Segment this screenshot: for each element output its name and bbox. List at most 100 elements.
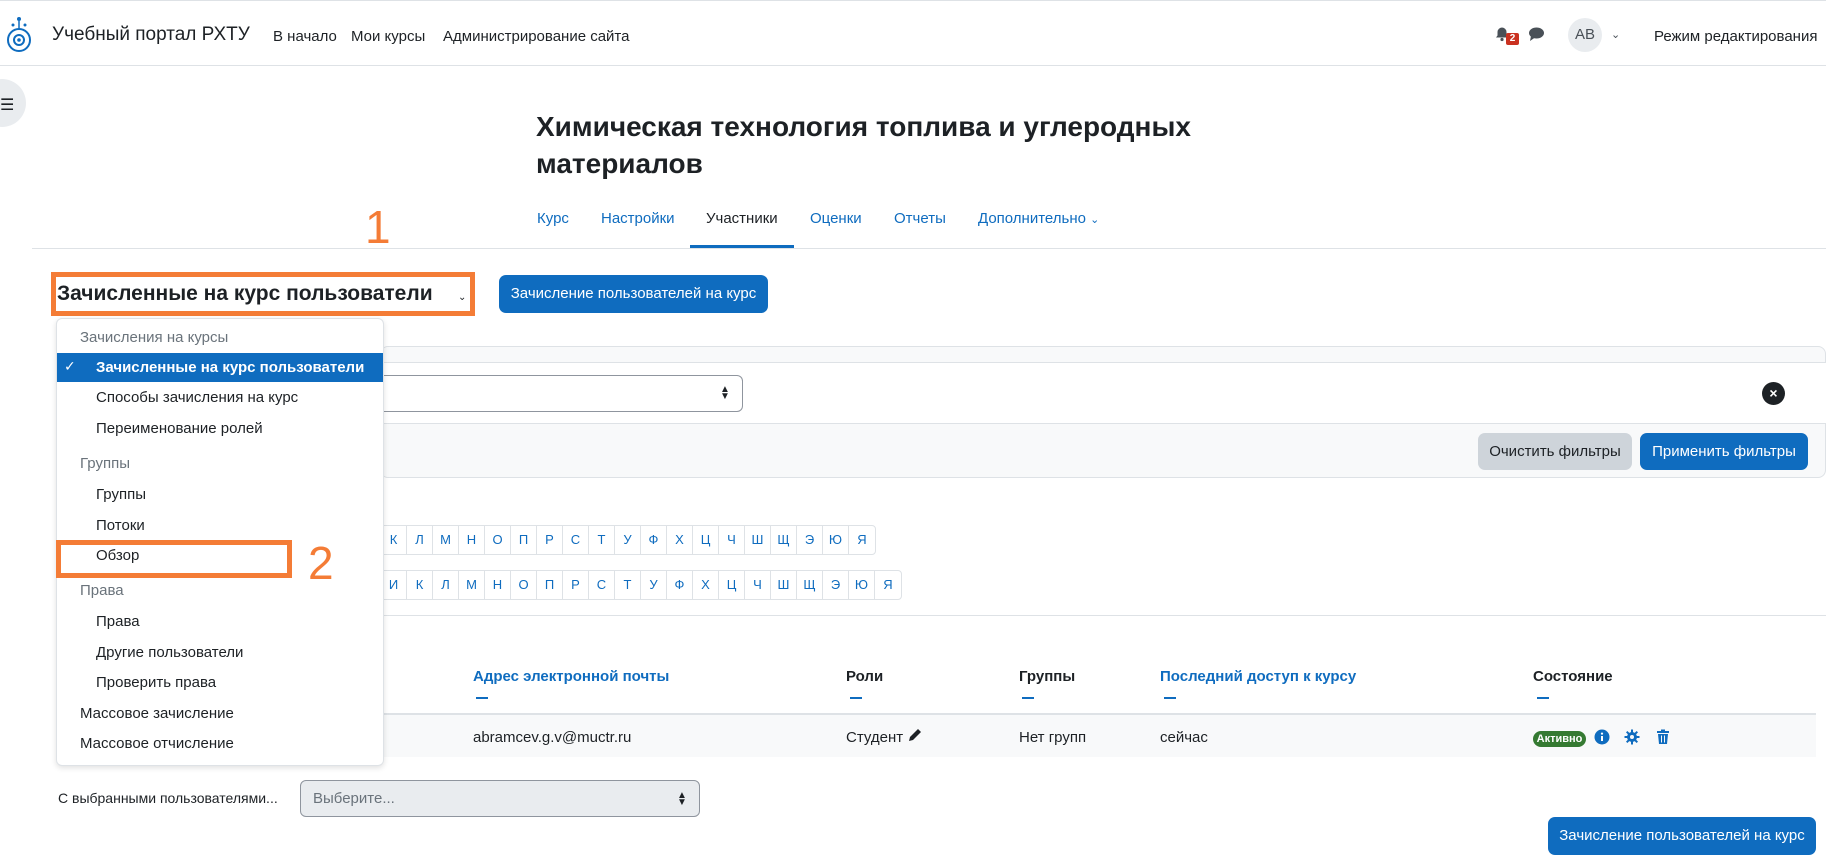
initial-letter[interactable]: У bbox=[615, 526, 641, 554]
initial-letter[interactable]: Ш bbox=[771, 571, 797, 599]
dropdown-item-enrolment-methods[interactable]: Способы зачисления на курс bbox=[96, 389, 298, 406]
initial-letter[interactable]: Л bbox=[407, 526, 433, 554]
bulk-actions-label: С выбранными пользователями... bbox=[58, 790, 278, 806]
initial-letter[interactable]: Р bbox=[563, 571, 589, 599]
chevron-down-icon: ⌄ bbox=[458, 292, 467, 303]
nav-site-admin-link[interactable]: Администрирование сайта bbox=[443, 28, 629, 45]
info-icon[interactable] bbox=[1594, 729, 1610, 745]
initial-letter[interactable]: П bbox=[511, 526, 537, 554]
initial-letter[interactable]: Ч bbox=[745, 571, 771, 599]
dropdown-item-rename-roles[interactable]: Переименование ролей bbox=[96, 420, 263, 437]
initial-letter[interactable]: Л bbox=[433, 571, 459, 599]
initial-letter[interactable]: У bbox=[641, 571, 667, 599]
apply-filters-button[interactable]: Применить фильтры bbox=[1640, 433, 1808, 470]
initial-letter[interactable]: Ч bbox=[719, 526, 745, 554]
initial-letter[interactable]: И bbox=[381, 571, 407, 599]
initial-letter[interactable]: С bbox=[563, 526, 589, 554]
participants-page-select-value: Зачисленные на курс пользователи bbox=[57, 282, 433, 305]
section-divider bbox=[380, 615, 1826, 616]
initial-letter[interactable]: О bbox=[485, 526, 511, 554]
row-role: Студент bbox=[846, 729, 904, 746]
initial-letter[interactable]: Ю bbox=[849, 571, 875, 599]
tab-participants[interactable]: Участники bbox=[706, 210, 778, 227]
collapse-last-access-icon[interactable] bbox=[1164, 697, 1176, 699]
initial-letter[interactable]: С bbox=[589, 571, 615, 599]
row-email: abramcev.g.v@muctr.ru bbox=[473, 729, 632, 746]
initial-letter[interactable]: К bbox=[381, 526, 407, 554]
row-last-access: сейчас bbox=[1160, 729, 1208, 746]
filter-type-select[interactable] bbox=[380, 375, 743, 412]
col-email-header[interactable]: Адрес электронной почты bbox=[473, 668, 669, 685]
tab-more[interactable]: Дополнительно ⌄ bbox=[978, 210, 1099, 227]
university-logo-icon[interactable] bbox=[4, 12, 34, 56]
initial-letter[interactable]: М bbox=[459, 571, 485, 599]
dropdown-item-enrolled-users-label: Зачисленные на курс пользователи bbox=[96, 359, 365, 376]
checkmark-icon: ✓ bbox=[64, 358, 76, 374]
collapse-email-icon[interactable] bbox=[476, 697, 488, 699]
initial-letter[interactable]: О bbox=[511, 571, 537, 599]
initial-letter[interactable]: Ю bbox=[823, 526, 849, 554]
initial-letter[interactable]: П bbox=[537, 571, 563, 599]
annotation-highlight-overview bbox=[56, 540, 292, 578]
initial-letter[interactable]: К bbox=[407, 571, 433, 599]
initial-letter[interactable]: М bbox=[433, 526, 459, 554]
chevron-down-icon[interactable]: ⌄ bbox=[1611, 28, 1620, 41]
initial-letter[interactable]: Н bbox=[459, 526, 485, 554]
tab-settings[interactable]: Настройки bbox=[601, 210, 675, 227]
col-last-access-header[interactable]: Последний доступ к курсу bbox=[1160, 668, 1356, 685]
initial-letter[interactable]: Х bbox=[693, 571, 719, 599]
initial-letter[interactable]: Я bbox=[875, 571, 901, 599]
initial-letter[interactable]: Я bbox=[849, 526, 875, 554]
site-name[interactable]: Учебный портал РХТУ bbox=[52, 24, 250, 46]
tab-course[interactable]: Курс bbox=[537, 210, 569, 227]
collapse-groups-icon[interactable] bbox=[1022, 697, 1034, 699]
dropdown-item-bulk-unenrol[interactable]: Массовое отчисление bbox=[80, 735, 234, 752]
dropdown-group-groups: Группы bbox=[80, 455, 130, 472]
chat-icon[interactable] bbox=[1528, 26, 1545, 42]
initial-letter[interactable]: Щ bbox=[771, 526, 797, 554]
tab-grades[interactable]: Оценки bbox=[810, 210, 862, 227]
dropdown-item-bulk-enrol[interactable]: Массовое зачисление bbox=[80, 705, 234, 722]
enrol-users-button-bottom[interactable]: Зачисление пользователей на курс bbox=[1548, 817, 1816, 855]
initial-letter[interactable]: Ф bbox=[641, 526, 667, 554]
nav-my-courses-link[interactable]: Мои курсы bbox=[351, 28, 425, 45]
initial-letter[interactable]: Т bbox=[615, 571, 641, 599]
clear-filters-button[interactable]: Очистить фильтры bbox=[1478, 433, 1632, 470]
trash-icon[interactable] bbox=[1655, 729, 1671, 745]
dropdown-item-groups[interactable]: Группы bbox=[96, 486, 146, 503]
col-groups-header: Группы bbox=[1019, 668, 1076, 685]
initial-letter[interactable]: Э bbox=[797, 526, 823, 554]
pencil-icon[interactable] bbox=[907, 727, 923, 743]
initial-letter[interactable]: Р bbox=[537, 526, 563, 554]
initial-letter[interactable]: Ц bbox=[693, 526, 719, 554]
tab-reports[interactable]: Отчеты bbox=[894, 210, 946, 227]
dropdown-item-groupings[interactable]: Потоки bbox=[96, 517, 145, 534]
dropdown-item-other-users[interactable]: Другие пользователи bbox=[96, 644, 243, 661]
collapse-roles-icon[interactable] bbox=[850, 697, 862, 699]
initial-letter[interactable]: Х bbox=[667, 526, 693, 554]
dropdown-item-check-permissions[interactable]: Проверить права bbox=[96, 674, 216, 691]
tab-more-label: Дополнительно bbox=[978, 210, 1086, 227]
chevron-down-icon: ⌄ bbox=[1090, 214, 1100, 226]
remove-filter-icon[interactable]: × bbox=[1762, 382, 1785, 405]
nav-home-link[interactable]: В начало bbox=[273, 28, 337, 45]
initial-letter[interactable]: Э bbox=[823, 571, 849, 599]
select-arrows-icon: ▲ ▼ bbox=[720, 384, 730, 402]
initial-letter[interactable]: Ц bbox=[719, 571, 745, 599]
collapse-status-icon[interactable] bbox=[1537, 697, 1549, 699]
initial-letter[interactable]: Щ bbox=[797, 571, 823, 599]
page-title: Химическая технология топлива и углеродн… bbox=[536, 111, 1191, 179]
menu-icon[interactable]: ☰ bbox=[0, 95, 14, 115]
edit-mode-toggle-label[interactable]: Режим редактирования bbox=[1654, 28, 1817, 45]
dropdown-item-permissions[interactable]: Права bbox=[96, 613, 140, 630]
bulk-actions-placeholder: Выберите... bbox=[313, 790, 395, 807]
select-arrows-icon: ▲ ▼ bbox=[677, 790, 687, 808]
initial-letter[interactable]: Ш bbox=[745, 526, 771, 554]
user-avatar[interactable]: АВ bbox=[1568, 18, 1602, 52]
initial-letter[interactable]: Ф bbox=[667, 571, 693, 599]
initial-letter[interactable]: Т bbox=[589, 526, 615, 554]
enrol-users-button[interactable]: Зачисление пользователей на курс bbox=[499, 275, 768, 313]
initial-letter[interactable]: Н bbox=[485, 571, 511, 599]
col-status-header: Состояние bbox=[1533, 668, 1613, 685]
gear-icon[interactable] bbox=[1624, 729, 1640, 745]
